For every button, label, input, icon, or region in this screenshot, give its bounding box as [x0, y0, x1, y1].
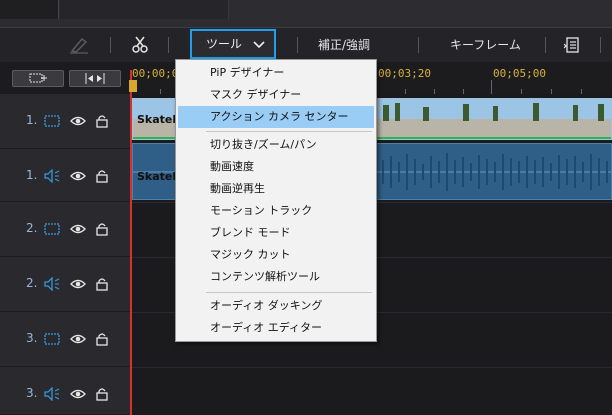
track-header-audio-1[interactable]: 1. [0, 149, 130, 202]
track-manager-button[interactable] [12, 70, 64, 87]
eye-icon[interactable] [70, 114, 86, 128]
eye-icon[interactable] [70, 277, 86, 291]
divider [418, 37, 419, 53]
lane-divider [130, 367, 612, 368]
timecode-label: 00;05;00 [493, 67, 546, 80]
timeline-toolbar: ツール 補正/強調 キーフレーム [0, 28, 612, 62]
menu-item-content-analysis[interactable]: コンテンツ解析ツール [178, 266, 374, 288]
video-track-icon [44, 333, 60, 345]
menu-separator [206, 292, 372, 293]
clip-title: Skatel [137, 113, 177, 126]
subtitle-list-icon[interactable] [564, 37, 580, 54]
track-number: 2. [26, 276, 38, 290]
divider [297, 37, 298, 53]
track-number: 1. [26, 168, 38, 182]
track-header-video-1[interactable]: 1. [0, 94, 130, 149]
menu-item-action-camera-center[interactable]: アクション カメラ センター [178, 106, 374, 128]
tools-menu: PiP デザイナー マスク デザイナー アクション カメラ センター 切り抜き/… [175, 59, 377, 342]
ruler-tick [491, 80, 492, 94]
pen-icon[interactable] [68, 36, 90, 54]
eye-icon[interactable] [70, 332, 86, 346]
panel-tab[interactable] [60, 0, 229, 19]
track-add-icon [29, 73, 47, 83]
timecode-label: 00;03;20 [378, 67, 431, 80]
fit-width-icon [85, 73, 105, 84]
lock-icon[interactable] [94, 387, 110, 401]
lock-icon[interactable] [94, 277, 110, 291]
audio-track-icon [44, 169, 60, 183]
menu-item-pip-designer[interactable]: PiP デザイナー [178, 62, 374, 84]
adjust-enhance-button[interactable]: 補正/強調 [318, 28, 370, 62]
menu-item-motion-track[interactable]: モーション トラック [178, 200, 374, 222]
lock-icon[interactable] [94, 332, 110, 346]
video-track-icon [44, 223, 60, 235]
tools-label: ツール [206, 37, 243, 51]
eye-icon[interactable] [70, 387, 86, 401]
menu-separator [206, 131, 372, 132]
track-header-audio-2[interactable]: 2. [0, 257, 130, 312]
menu-item-audio-editor[interactable]: オーディオ エディター [178, 317, 374, 339]
scissors-icon[interactable] [131, 36, 149, 54]
track-header-video-3[interactable]: 3. [0, 312, 130, 367]
video-track-icon [44, 115, 60, 127]
track-number: 1. [26, 113, 38, 127]
audio-track-icon [44, 277, 60, 291]
eye-icon[interactable] [70, 222, 86, 236]
playhead[interactable] [130, 70, 132, 415]
track-header-audio-3[interactable]: 3. [0, 367, 130, 415]
divider [600, 37, 601, 53]
menu-item-crop-zoom-pan[interactable]: 切り抜き/ズーム/パン [178, 134, 374, 156]
audio-track-icon [44, 387, 60, 401]
lock-icon[interactable] [94, 222, 110, 236]
clip-title: Skatel [137, 170, 177, 183]
lock-icon[interactable] [94, 169, 110, 183]
track-number: 2. [26, 221, 38, 235]
keyframe-button[interactable]: キーフレーム [450, 28, 521, 62]
top-panel-strip [0, 0, 612, 27]
lock-icon[interactable] [94, 114, 110, 128]
eye-icon[interactable] [70, 169, 86, 183]
divider [110, 37, 111, 53]
playhead-handle[interactable] [129, 80, 137, 92]
menu-item-video-reverse[interactable]: 動画逆再生 [178, 178, 374, 200]
track-number: 3. [26, 386, 38, 400]
menu-item-mask-designer[interactable]: マスク デザイナー [178, 84, 374, 106]
divider [545, 37, 546, 53]
menu-item-audio-ducking[interactable]: オーディオ ダッキング [178, 295, 374, 317]
tools-dropdown-button[interactable]: ツール [190, 29, 276, 59]
panel-tab[interactable] [0, 0, 59, 19]
menu-item-blend-mode[interactable]: ブレンド モード [178, 222, 374, 244]
menu-item-video-speed[interactable]: 動画速度 [178, 156, 374, 178]
fit-timeline-button[interactable] [69, 70, 121, 87]
track-header-video-2[interactable]: 2. [0, 202, 130, 257]
menu-item-magic-cut[interactable]: マジック カット [178, 244, 374, 266]
divider [168, 37, 169, 53]
track-number: 3. [26, 331, 38, 345]
track-header-panel: 1. 1. 2. 2. 3. 3. [0, 94, 130, 415]
chevron-down-icon [253, 41, 265, 49]
